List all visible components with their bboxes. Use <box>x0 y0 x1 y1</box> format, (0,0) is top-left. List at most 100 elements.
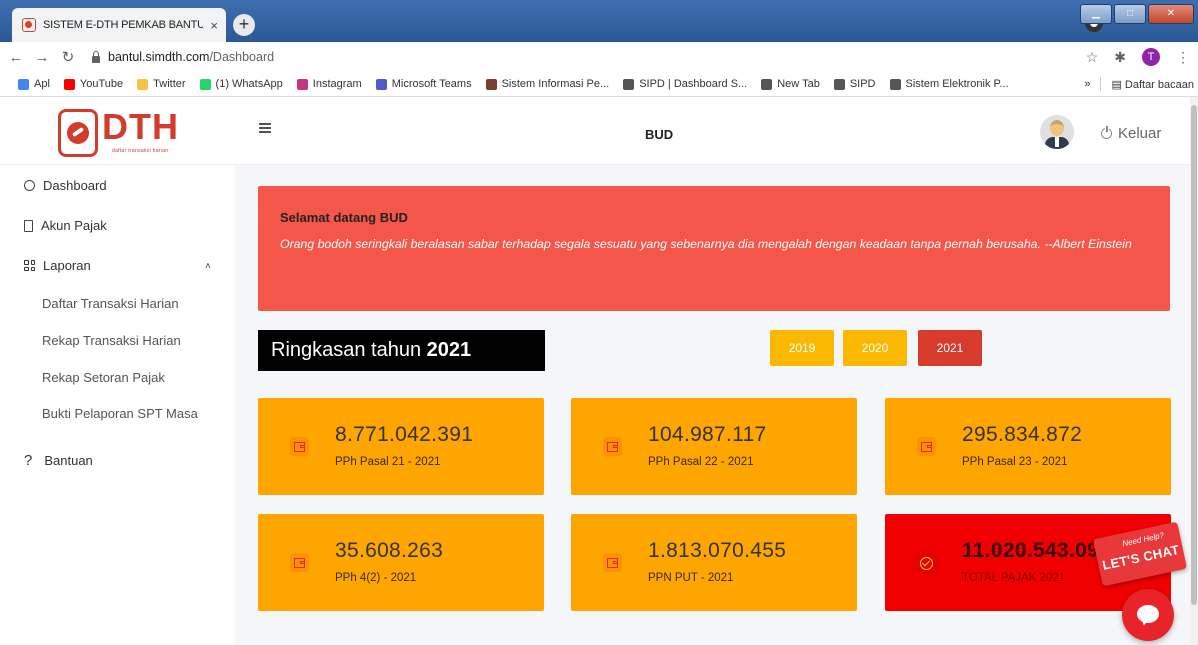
reading-list-button[interactable]: ▤ Daftar bacaan <box>1111 78 1194 91</box>
sidebar: DTH daftar transaksi harian Dashboard Ak… <box>0 97 235 645</box>
sidebar-subitem-daftar-transaksi[interactable]: Daftar Transaksi Harian <box>42 296 179 311</box>
avatar[interactable] <box>1040 115 1074 149</box>
bookmark-favicon-icon <box>761 78 773 90</box>
scrollbar-thumb[interactable] <box>1191 105 1197 605</box>
close-window-button[interactable]: ✕ <box>1148 4 1194 24</box>
card-value: 104.987.117 <box>648 423 767 446</box>
chevron-up-icon[interactable]: ˄ <box>205 261 211 272</box>
forward-arrow-icon[interactable]: → <box>32 49 52 66</box>
tax-card-ppn-put: 1.813.070.455 PPN PUT - 2021 <box>571 514 857 611</box>
logo-subtitle: daftar transaksi harian <box>112 148 169 154</box>
tax-card-pph21: 8.771.042.391 PPh Pasal 21 - 2021 <box>258 398 544 495</box>
address-bar[interactable]: bantul.simdth.com/Dashboard <box>92 50 274 64</box>
bookmark-favicon-icon <box>833 78 845 90</box>
card-label: TOTAL PAJAK 2021 <box>962 572 1066 584</box>
browser-tab[interactable]: SISTEM E-DTH PEMKAB BANTUL × <box>12 8 226 42</box>
sidebar-item-label: Bantuan <box>44 453 93 468</box>
bookmark-item[interactable]: Instagram <box>296 78 362 90</box>
bookmark-item[interactable]: SIPD <box>833 78 876 90</box>
star-bookmark-icon[interactable]: ☆ <box>1086 49 1099 66</box>
summary-heading: Ringkasan tahun 2021 <box>258 330 545 371</box>
year-2019-button[interactable]: 2019 <box>770 330 834 366</box>
bookmark-favicon-icon <box>485 78 497 90</box>
bookmark-favicon-icon <box>623 78 635 90</box>
sidebar-item-label: Laporan <box>43 258 91 273</box>
bookmark-label: New Tab <box>777 78 820 90</box>
welcome-banner: Selamat datang BUD Orang bodoh seringkal… <box>258 186 1170 311</box>
help-question-icon: ? <box>24 452 33 469</box>
browser-toolbar: ← → ↻ bantul.simdth.com/Dashboard ☆ ✱ T … <box>0 42 1198 72</box>
card-value: 295.834.872 <box>962 423 1083 446</box>
wallet-icon <box>603 437 622 456</box>
bookmarks-more-icon[interactable]: » <box>1084 78 1090 90</box>
bookmark-item[interactable]: Sistem Informasi Pe... <box>485 78 609 90</box>
bookmark-item[interactable]: (1) WhatsApp <box>199 78 283 90</box>
bookmark-item[interactable]: Apl <box>18 78 50 90</box>
bookmark-item[interactable]: New Tab <box>761 78 820 90</box>
year-2021-button[interactable]: 2021 <box>918 330 982 366</box>
logo[interactable]: DTH daftar transaksi harian <box>0 97 235 165</box>
url-domain: bantul.simdth.com <box>108 50 210 64</box>
sidebar-subitem-rekap-setoran[interactable]: Rekap Setoran Pajak <box>42 370 165 385</box>
sidebar-item-akun-pajak[interactable]: Akun Pajak <box>24 218 107 233</box>
window-controls: ▁ □ ✕ <box>1080 4 1194 24</box>
wallet-icon <box>290 553 309 572</box>
summary-heading-year: 2021 <box>426 339 472 361</box>
menu-toggle-icon[interactable] <box>259 123 271 135</box>
back-arrow-icon[interactable]: ← <box>6 49 26 66</box>
bookmark-item[interactable]: Twitter <box>137 78 186 90</box>
power-icon <box>1101 125 1112 139</box>
welcome-title: Selamat datang BUD <box>280 210 408 225</box>
sidebar-item-label: Akun Pajak <box>41 218 107 233</box>
wallet-icon <box>917 437 936 456</box>
profile-avatar[interactable]: T <box>1142 48 1160 66</box>
reload-icon[interactable]: ↻ <box>58 48 78 66</box>
bookmarks-bar: Apl YouTube Twitter (1) WhatsApp Instagram Mi… <box>0 72 1198 97</box>
minimize-button[interactable]: ▁ <box>1080 4 1112 24</box>
card-value: 1.813.070.455 <box>648 539 787 562</box>
bookmark-favicon-icon <box>375 78 387 90</box>
tax-card-pph42: 35.608.263 PPh 4(2) - 2021 <box>258 514 544 611</box>
tab-title: SISTEM E-DTH PEMKAB BANTUL <box>43 19 204 31</box>
clock-icon <box>24 180 35 191</box>
maximize-button[interactable]: □ <box>1114 4 1146 24</box>
check-circle-icon <box>912 549 940 577</box>
bookmarks-right: » ▤ Daftar bacaan <box>1078 72 1194 96</box>
year-2020-button[interactable]: 2020 <box>843 330 907 366</box>
grid-icon <box>24 260 35 271</box>
logout-label: Keluar <box>1118 125 1162 142</box>
wallet-icon <box>290 437 309 456</box>
new-tab-button[interactable]: + <box>233 14 255 36</box>
sidebar-item-bantuan[interactable]: ? Bantuan <box>24 452 93 469</box>
chat-bubble-button[interactable] <box>1122 589 1174 641</box>
bookmark-item[interactable]: SIPD | Dashboard S... <box>623 78 747 90</box>
bookmark-favicon-icon <box>889 78 901 90</box>
bookmark-label: SIPD <box>849 78 876 90</box>
menu-kebab-icon[interactable]: ⋮ <box>1176 49 1190 66</box>
bookmark-label: Apl <box>34 78 50 90</box>
card-label: PPh Pasal 23 - 2021 <box>962 456 1068 468</box>
wallet-icon <box>603 553 622 572</box>
reading-list-label: Daftar bacaan <box>1124 78 1194 91</box>
browser-titlebar: SISTEM E-DTH PEMKAB BANTUL × + ▁ □ ✕ <box>0 0 1198 42</box>
bookmark-item[interactable]: Sistem Elektronik P... <box>889 78 1009 90</box>
bookmark-item[interactable]: YouTube <box>63 78 123 90</box>
tax-card-pph22: 104.987.117 PPh Pasal 22 - 2021 <box>571 398 857 495</box>
summary-heading-prefix: Ringkasan tahun <box>271 339 422 361</box>
lock-icon <box>92 50 100 63</box>
scrollbar[interactable] <box>1190 97 1198 645</box>
card-value: 35.608.263 <box>335 539 444 562</box>
site-favicon-icon <box>22 18 36 32</box>
extensions-puzzle-icon[interactable]: ✱ <box>1114 49 1126 66</box>
sidebar-subitem-rekap-transaksi[interactable]: Rekap Transaksi Harian <box>42 333 181 348</box>
bookmark-label: Instagram <box>312 78 362 90</box>
bookmark-item[interactable]: Microsoft Teams <box>375 78 472 90</box>
tab-close-icon[interactable]: × <box>210 18 218 33</box>
logout-button[interactable]: Keluar <box>1101 125 1161 142</box>
page-title: BUD <box>645 127 674 142</box>
card-value: 8.771.042.391 <box>335 423 474 446</box>
sidebar-item-dashboard[interactable]: Dashboard <box>24 178 107 193</box>
bookmark-label: Sistem Elektronik P... <box>905 78 1009 90</box>
sidebar-item-laporan[interactable]: Laporan <box>24 258 91 273</box>
sidebar-subitem-bukti-pelaporan[interactable]: Bukti Pelaporan SPT Masa <box>42 406 198 421</box>
